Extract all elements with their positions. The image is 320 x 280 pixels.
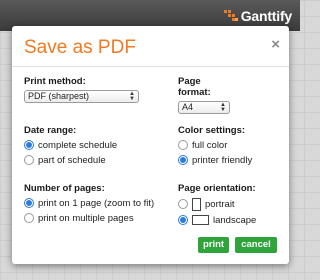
option-label: part of schedule (38, 154, 106, 166)
option-label: portrait (205, 198, 235, 210)
logo-text: Ganttify (240, 8, 292, 24)
radio-selected-icon[interactable] (24, 198, 34, 208)
pages-option-one[interactable]: print on 1 page (zoom to fit) (24, 197, 154, 209)
print-method-group: Print method: PDF (sharpest) ▲ ▼ (24, 76, 139, 103)
select-arrows-icon: ▲ ▼ (129, 90, 135, 102)
radio-icon[interactable] (178, 199, 188, 209)
page-format-value: A4 (182, 102, 194, 112)
date-range-option-complete[interactable]: complete schedule (24, 139, 117, 151)
date-range-label: Date range: (24, 125, 77, 136)
option-label: printer friendly (192, 154, 253, 166)
orientation-group: Page orientation: portrait landscape (178, 183, 256, 226)
option-label: landscape (213, 214, 257, 226)
pages-label: Number of pages: (24, 183, 105, 194)
option-label: print on multiple pages (38, 212, 134, 224)
close-icon[interactable]: × (271, 36, 280, 53)
dialog-title: Save as PDF (24, 37, 136, 58)
option-label: print on 1 page (zoom to fit) (38, 197, 155, 209)
ganttify-logo-icon (223, 10, 238, 21)
landscape-page-icon (192, 215, 209, 225)
ganttify-logo[interactable]: Ganttify (223, 8, 292, 24)
select-arrows-icon: ▲ ▼ (220, 101, 226, 113)
orientation-option-landscape[interactable]: landscape (178, 214, 256, 226)
portrait-page-icon (192, 197, 201, 211)
print-method-select[interactable]: PDF (sharpest) ▲ ▼ (24, 90, 139, 103)
date-range-group: Date range: complete schedule part of sc… (24, 125, 117, 166)
save-as-pdf-dialog: Save as PDF × Print method: PDF (sharpes… (12, 26, 289, 264)
dialog-header: Save as PDF × (12, 26, 289, 67)
print-button[interactable]: print (198, 237, 229, 253)
option-label: complete schedule (38, 139, 118, 151)
color-settings-label: Color settings: (178, 125, 246, 136)
option-label: full color (192, 139, 228, 151)
radio-icon[interactable] (24, 213, 34, 223)
orientation-option-portrait[interactable]: portrait (178, 197, 256, 211)
orientation-label: Page orientation: (178, 183, 256, 194)
pages-group: Number of pages: print on 1 page (zoom t… (24, 183, 154, 224)
color-option-printer-friendly[interactable]: printer friendly (178, 154, 252, 166)
print-method-label: Print method: (24, 76, 86, 87)
color-option-full[interactable]: full color (178, 139, 252, 151)
radio-selected-icon[interactable] (24, 140, 34, 150)
page-format-select[interactable]: A4 ▲ ▼ (178, 101, 230, 114)
date-range-option-part[interactable]: part of schedule (24, 154, 117, 166)
page-format-label: Page format: (178, 76, 211, 98)
color-settings-group: Color settings: full color printer frien… (178, 125, 252, 166)
pages-option-multiple[interactable]: print on multiple pages (24, 212, 154, 224)
print-method-value: PDF (sharpest) (28, 91, 90, 101)
page-format-group: Page format: A4 ▲ ▼ (178, 76, 230, 114)
radio-icon[interactable] (24, 155, 34, 165)
radio-icon[interactable] (178, 140, 188, 150)
radio-selected-icon[interactable] (178, 155, 188, 165)
radio-selected-icon[interactable] (178, 215, 188, 225)
cancel-button[interactable]: cancel (235, 237, 277, 253)
